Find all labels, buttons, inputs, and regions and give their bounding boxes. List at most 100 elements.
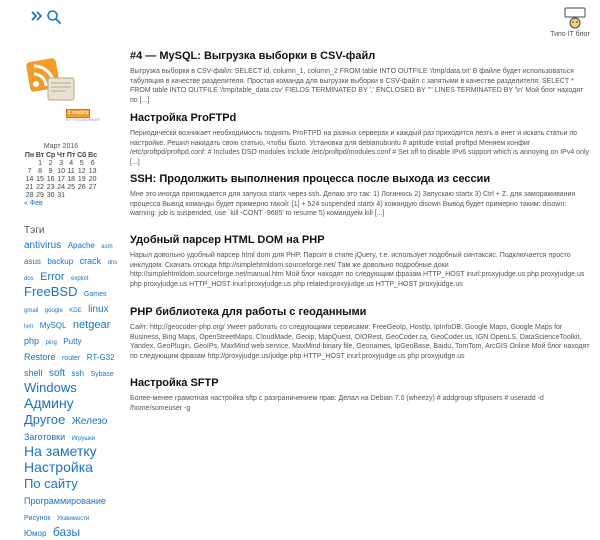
calendar-day: 18 xyxy=(67,175,76,183)
post-title-link[interactable]: SSH: Продолжить выполнения процесса посл… xyxy=(130,172,590,186)
tag-link[interactable]: KDE xyxy=(69,308,81,314)
tag-link[interactable]: Уязвимости xyxy=(57,516,90,522)
calendar-weekdays: Пн Вт Ср Чт Пт Сб Вс xyxy=(24,151,98,159)
post-excerpt: Нарыл довольно удобный парсер html dom д… xyxy=(130,252,585,288)
tag-link[interactable]: ping xyxy=(45,340,56,346)
calendar-day xyxy=(66,191,76,199)
tag-link[interactable]: dos xyxy=(24,276,34,282)
tag-link[interactable]: На заметку xyxy=(24,444,97,458)
calendar-day: 5 xyxy=(79,159,84,167)
calendar-day: 22 xyxy=(36,183,44,191)
calendar-day: 8 xyxy=(38,167,42,175)
calendar-day: 2 xyxy=(48,159,53,167)
post-item: Настройка ProFTPd Периодически возникает… xyxy=(130,111,590,167)
tag-link[interactable]: netgear xyxy=(73,320,110,331)
calendar-day: 17 xyxy=(57,175,66,183)
tag-link[interactable]: MySQL xyxy=(40,322,67,330)
weekday: Вт xyxy=(35,151,45,159)
calendar-day: 16 xyxy=(46,175,55,183)
calendar-day: 11 xyxy=(67,167,75,175)
post-title-link[interactable]: Настройка SFTP xyxy=(130,376,590,390)
post-excerpt: Мне это иногда пригождается для запуска … xyxy=(130,191,576,217)
tag-link[interactable]: Restore xyxy=(24,353,56,362)
tag-link[interactable]: Error xyxy=(40,272,64,283)
post-item: #4 — MySQL: Выгрузка выборки в CSV-файл … xyxy=(130,49,590,105)
site-tagline: Типо IT блог xyxy=(550,31,590,38)
calendar-day xyxy=(87,191,98,199)
weekday: Вс xyxy=(88,151,98,159)
post-item: PHP библиотека для работы с геоданными С… xyxy=(130,305,590,361)
tag-link[interactable]: Заготовки xyxy=(24,433,65,442)
calendar-day xyxy=(24,159,35,167)
tag-link[interactable]: backup xyxy=(47,258,73,266)
tag-link[interactable]: Windows xyxy=(24,381,77,394)
tag-link[interactable]: crack xyxy=(80,257,102,266)
calendar-day: 21 xyxy=(25,183,34,191)
tag-link[interactable]: Игрушки xyxy=(72,436,96,442)
tag-link[interactable]: Другое xyxy=(24,413,65,426)
top-bar: Типо IT блог xyxy=(0,0,600,38)
calendar-day xyxy=(76,191,87,199)
tag-link[interactable]: asm xyxy=(101,244,112,250)
sidebar: 3 readers BY FEEDBURNER Март 2016 Пн Вт … xyxy=(0,36,120,538)
tag-link[interactable]: php xyxy=(24,337,39,346)
post-title-link[interactable]: #4 — MySQL: Выгрузка выборки в CSV-файл xyxy=(130,49,590,63)
tag-link[interactable]: exploit xyxy=(71,276,88,282)
tag-link[interactable]: lvm xyxy=(24,324,33,330)
tag-link[interactable]: asus xyxy=(24,258,41,266)
tag-link[interactable]: Games xyxy=(84,291,107,298)
tag-link[interactable]: Putty xyxy=(63,338,81,346)
post-title-link[interactable]: PHP библиотека для работы с геоданными xyxy=(130,305,590,319)
tag-link[interactable]: Рисунок xyxy=(24,515,50,522)
post-item: Удобный парсер HTML DOM на PHP Нарыл дов… xyxy=(130,233,590,289)
tag-link[interactable]: router xyxy=(62,355,80,362)
tag-link[interactable]: soft xyxy=(49,369,65,379)
calendar-day: 6 xyxy=(90,159,95,167)
tag-link[interactable]: базы xyxy=(53,526,80,538)
calendar-prev-month-link[interactable]: « Фев xyxy=(24,200,98,207)
tag-link[interactable]: Настройка xyxy=(24,460,93,474)
calendar-week: 28 29 30 31 xyxy=(24,191,98,199)
tag-link[interactable]: Юмор xyxy=(24,530,46,538)
calendar-day: 4 xyxy=(69,159,74,167)
calendar-day: 29 xyxy=(36,191,44,199)
weekday: Сб xyxy=(77,151,87,159)
tag-link[interactable]: Apache xyxy=(68,242,95,250)
calendar-day: 9 xyxy=(48,167,53,175)
tag-link[interactable]: dns xyxy=(108,260,118,266)
tag-link[interactable]: gmail xyxy=(24,308,38,314)
tag-link[interactable]: Железо xyxy=(72,417,108,427)
calendar-day: 1 xyxy=(38,159,42,167)
calendar-caption: Март 2016 xyxy=(43,143,79,150)
tag-link[interactable]: google xyxy=(45,308,63,314)
calendar-day: 3 xyxy=(59,159,64,167)
search-icon[interactable] xyxy=(46,9,62,25)
tag-link[interactable]: RT-G32 xyxy=(87,354,115,362)
post-title-link[interactable]: Настройка ProFTPd xyxy=(130,111,590,125)
tag-link[interactable]: antivirus xyxy=(24,241,61,251)
post-excerpt: Сайт: http://geocoder-php.org/ Умеет раб… xyxy=(130,324,590,360)
calendar-day: 30 xyxy=(46,191,55,199)
post-item: Настройка SFTP Более-менее грамотная нас… xyxy=(130,376,590,413)
tag-link[interactable]: По сайту xyxy=(24,477,78,490)
post-excerpt: Более-менее грамотная настройка sftp с р… xyxy=(130,395,544,412)
calendar-day: 25 xyxy=(67,183,76,191)
tag-link[interactable]: Sybase xyxy=(90,371,113,378)
post-item: SSH: Продолжить выполнения процесса посл… xyxy=(130,172,590,219)
tag-link[interactable]: shell xyxy=(24,369,43,378)
calendar-week: 7 8 9 10 11 12 13 xyxy=(24,167,98,175)
weekday: Пн xyxy=(24,151,35,159)
tag-link[interactable]: Программирование xyxy=(24,497,106,506)
rss-feed-icon[interactable] xyxy=(26,54,78,106)
site-logo[interactable] xyxy=(562,6,588,30)
post-title-link[interactable]: Удобный парсер HTML DOM на PHP xyxy=(130,233,590,247)
double-chevron-icon[interactable] xyxy=(30,9,44,23)
tag-link[interactable]: ssh xyxy=(72,370,84,378)
calendar-day: 24 xyxy=(57,183,66,191)
calendar-day: 13 xyxy=(88,167,97,175)
tag-link[interactable]: Админу xyxy=(24,396,74,410)
calendar-day: 23 xyxy=(46,183,55,191)
tag-link[interactable]: FreeBSD xyxy=(24,285,77,298)
calendar-day: 31 xyxy=(57,191,66,199)
tag-link[interactable]: linux xyxy=(88,305,109,315)
